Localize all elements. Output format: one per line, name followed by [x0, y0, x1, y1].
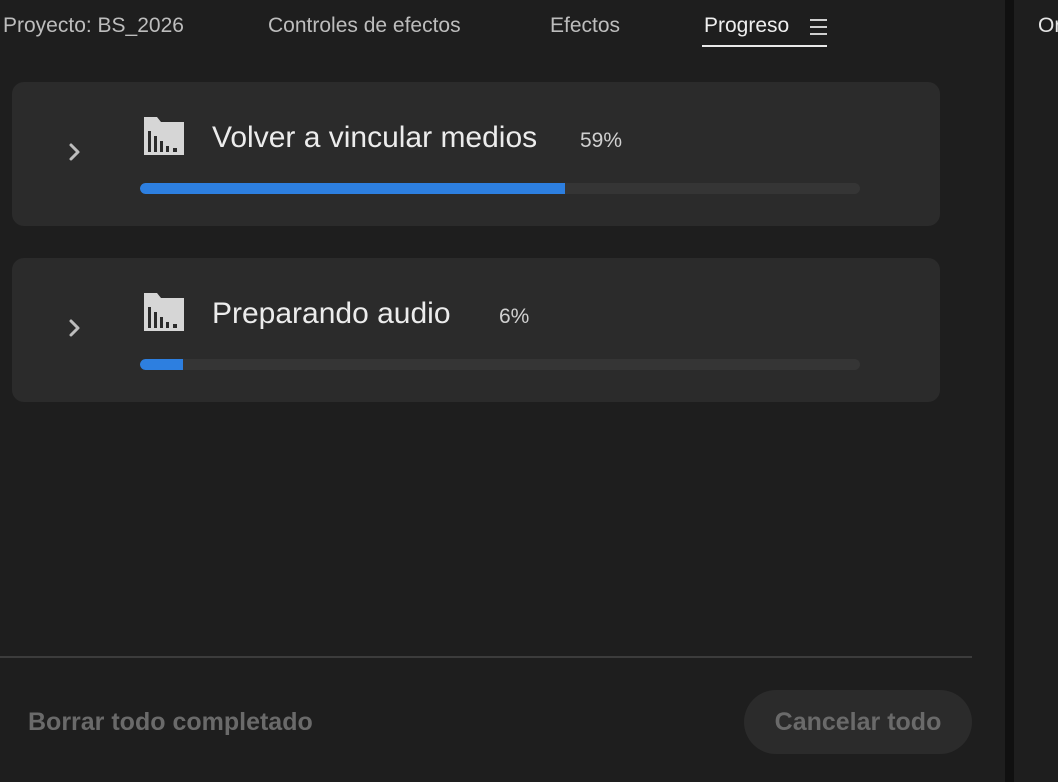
side-panel: Or: [1014, 0, 1058, 782]
chevron-right-icon[interactable]: [68, 142, 82, 162]
side-panel-tab[interactable]: Or: [1038, 14, 1058, 38]
task-title: Volver a vincular medios: [212, 121, 538, 154]
progress-panel: Proyecto: BS_2026 Controles de efectos E…: [0, 0, 1005, 782]
tab-project[interactable]: Proyecto: BS_2026: [3, 14, 184, 38]
folder-media-icon: [144, 117, 184, 155]
tab-effect-controls[interactable]: Controles de efectos: [268, 14, 461, 38]
task-percent: 59%: [580, 129, 623, 152]
task-card: Volver a vincular medios 59%: [12, 82, 940, 226]
chevron-right-icon[interactable]: [68, 318, 82, 338]
progress-bar: [140, 183, 860, 194]
task-card: Preparando audio 6%: [12, 258, 940, 402]
panel-menu-icon[interactable]: [810, 19, 827, 35]
progress-fill: [140, 359, 184, 370]
footer-divider: [0, 656, 972, 658]
tab-effects[interactable]: Efectos: [550, 14, 620, 38]
cancel-all-button[interactable]: Cancelar todo: [744, 690, 972, 754]
panel-tab-bar: Proyecto: BS_2026 Controles de efectos E…: [0, 0, 1005, 54]
progress-bar: [140, 359, 860, 370]
progress-fill: [140, 183, 565, 194]
panel-divider[interactable]: [1005, 0, 1014, 782]
task-title: Preparando audio: [212, 297, 451, 330]
active-tab-indicator: [702, 45, 827, 47]
folder-media-icon: [144, 293, 184, 331]
tab-progress[interactable]: Progreso: [704, 14, 789, 38]
task-percent: 6%: [499, 305, 530, 328]
clear-completed-button[interactable]: Borrar todo completado: [28, 708, 313, 737]
